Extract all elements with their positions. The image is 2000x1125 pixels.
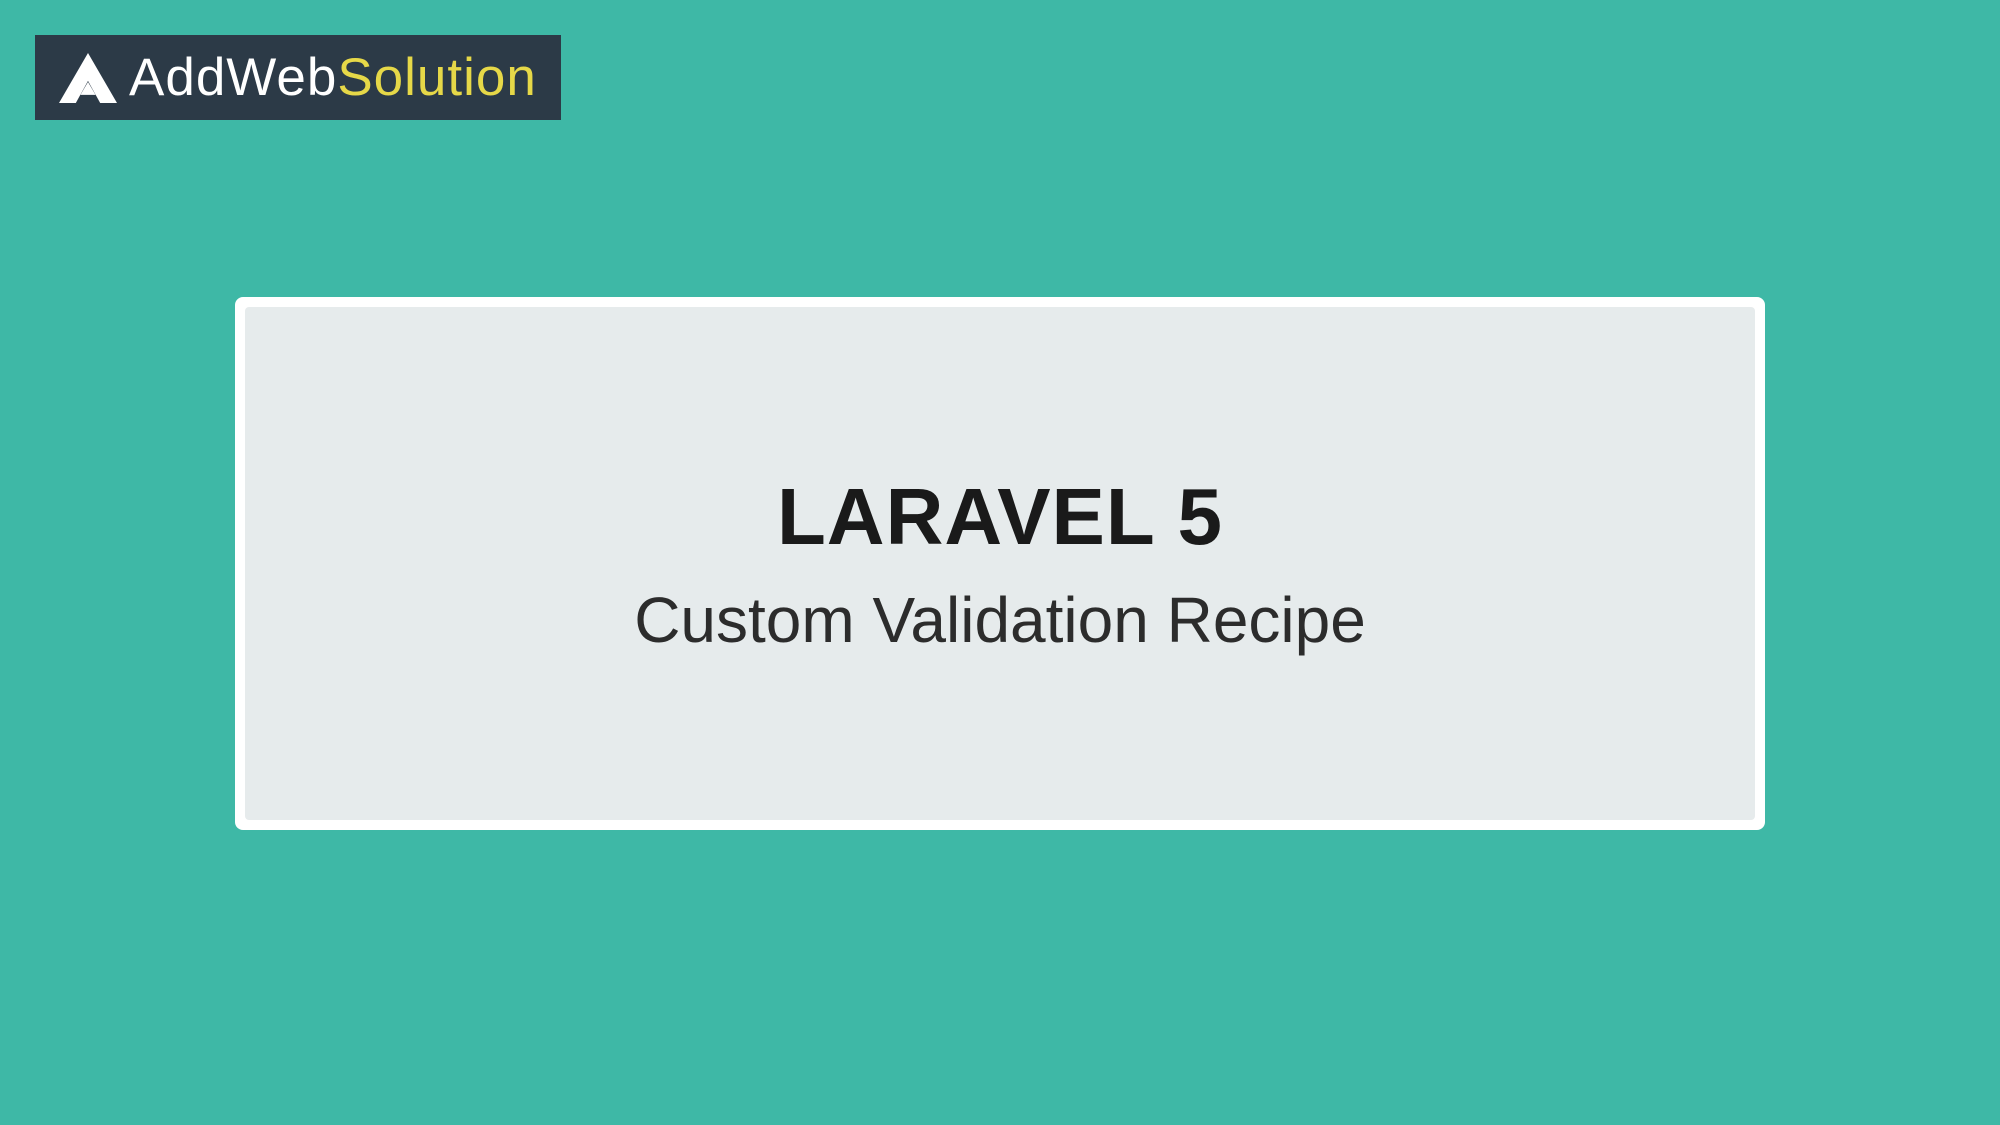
card-subheading: Custom Validation Recipe bbox=[634, 583, 1366, 657]
card-heading: LARAVEL 5 bbox=[777, 471, 1223, 563]
content-card-inner: LARAVEL 5 Custom Validation Recipe bbox=[245, 307, 1755, 820]
logo-container: AddWebSolution bbox=[35, 35, 561, 120]
logo-text: AddWebSolution bbox=[129, 47, 537, 108]
triangle-a-icon bbox=[59, 53, 117, 103]
logo-text-part1: AddWeb bbox=[129, 48, 337, 107]
logo-text-part2: Solution bbox=[337, 48, 537, 107]
content-card-outer: LARAVEL 5 Custom Validation Recipe bbox=[235, 297, 1765, 830]
